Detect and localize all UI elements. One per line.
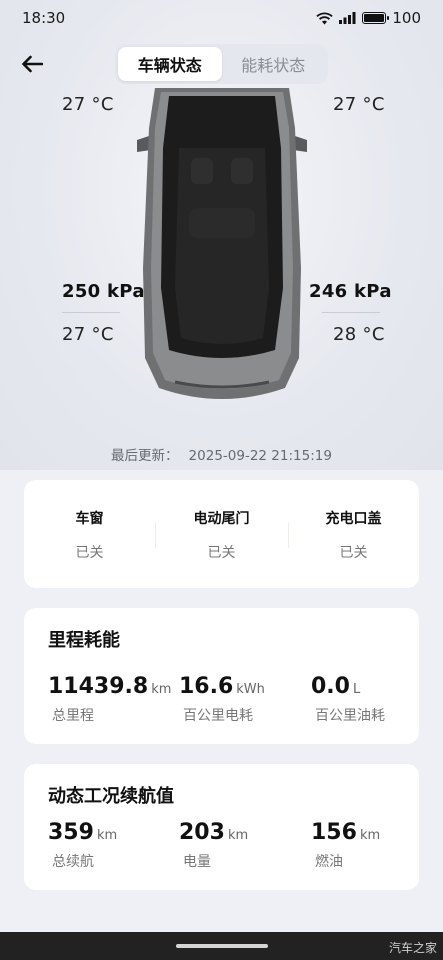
arrow-left-icon xyxy=(22,55,43,73)
metric-value: 16.6 xyxy=(179,674,234,699)
front-left-tire-temp: 27 °C xyxy=(62,94,114,115)
range-card: 动态工况续航值 359 km 总续航 203 km 电量 156 km 燃油 xyxy=(24,764,419,890)
car-top-view-image xyxy=(137,88,307,399)
last-update: 最后更新： 2025-09-22 21:15:19 xyxy=(0,444,443,464)
rear-left-tire-pressure: 250 kPa xyxy=(62,281,145,302)
metric-value: 156 xyxy=(311,820,357,845)
metric-unit: km xyxy=(359,828,381,843)
status-state: 已关 xyxy=(207,545,236,561)
range-title: 动态工况续航值 xyxy=(48,786,174,807)
metric-label: 电量 xyxy=(183,854,211,870)
total-mileage-metric: 11439.8 km 总里程 xyxy=(48,674,171,725)
rear-right-divider xyxy=(322,312,380,313)
rear-left-divider xyxy=(62,312,120,313)
metric-unit: km xyxy=(151,682,172,697)
metric-unit: km xyxy=(227,828,249,843)
metric-value: 0.0 xyxy=(311,674,350,699)
vehicle-status-card: 车窗 已关 电动尾门 已关 充电口盖 已关 xyxy=(24,480,419,588)
tab-energy-status[interactable]: 能耗状态 xyxy=(222,47,326,81)
metric-value: 203 xyxy=(179,820,225,845)
system-status-bar: 18:30 100 xyxy=(0,0,443,36)
metric-label: 总里程 xyxy=(52,708,94,724)
last-update-time: 2025-09-22 21:15:19 xyxy=(188,448,332,464)
signal-icon xyxy=(339,12,356,24)
status-charge-port[interactable]: 充电口盖 已关 xyxy=(288,480,419,562)
metric-value: 11439.8 xyxy=(48,674,149,699)
watermark: 汽车之家 xyxy=(388,941,437,955)
metric-label: 总续航 xyxy=(52,854,94,870)
front-right-tire-temp: 27 °C xyxy=(333,94,385,115)
status-icons: 100 xyxy=(316,9,421,27)
status-name: 车窗 xyxy=(75,511,104,527)
tab-switcher: 车辆状态 能耗状态 xyxy=(115,44,328,84)
mileage-card: 里程耗能 11439.8 km 总里程 16.6 kWh 百公里电耗 0.0 L 百公… xyxy=(24,608,419,744)
system-nav-bar: 汽车之家 xyxy=(0,932,443,960)
electric-range-metric: 203 km 电量 xyxy=(179,820,248,871)
status-tailgate[interactable]: 电动尾门 已关 xyxy=(156,480,287,562)
tab-vehicle-status[interactable]: 车辆状态 xyxy=(118,47,222,81)
metric-label: 百公里油耗 xyxy=(315,708,385,724)
metric-unit: km xyxy=(96,828,118,843)
clock: 18:30 xyxy=(22,9,66,27)
fuel-consumption-metric: 0.0 L 百公里油耗 xyxy=(311,674,385,725)
total-range-metric: 359 km 总续航 xyxy=(48,820,117,871)
status-state: 已关 xyxy=(339,545,368,561)
metric-value: 359 xyxy=(48,820,94,845)
metric-label: 燃油 xyxy=(315,854,343,870)
rear-left-tire-temp: 27 °C xyxy=(62,324,114,345)
metric-unit: kWh xyxy=(236,682,265,697)
mileage-title: 里程耗能 xyxy=(48,630,120,651)
battery-level: 100 xyxy=(392,9,421,27)
status-name: 电动尾门 xyxy=(193,511,250,527)
metric-unit: L xyxy=(352,682,361,697)
metric-label: 百公里电耗 xyxy=(183,708,253,724)
rear-right-tire-temp: 28 °C xyxy=(333,324,385,345)
status-window[interactable]: 车窗 已关 xyxy=(24,480,155,562)
status-name: 充电口盖 xyxy=(325,511,382,527)
wifi-icon xyxy=(316,12,333,24)
home-indicator[interactable] xyxy=(176,944,268,948)
rear-right-tire-pressure: 246 kPa xyxy=(309,281,392,302)
back-button[interactable] xyxy=(18,50,46,78)
status-state: 已关 xyxy=(75,545,104,561)
fuel-range-metric: 156 km 燃油 xyxy=(311,820,380,871)
last-update-label: 最后更新： xyxy=(111,448,179,464)
battery-icon xyxy=(362,12,390,24)
electric-consumption-metric: 16.6 kWh 百公里电耗 xyxy=(179,674,265,725)
